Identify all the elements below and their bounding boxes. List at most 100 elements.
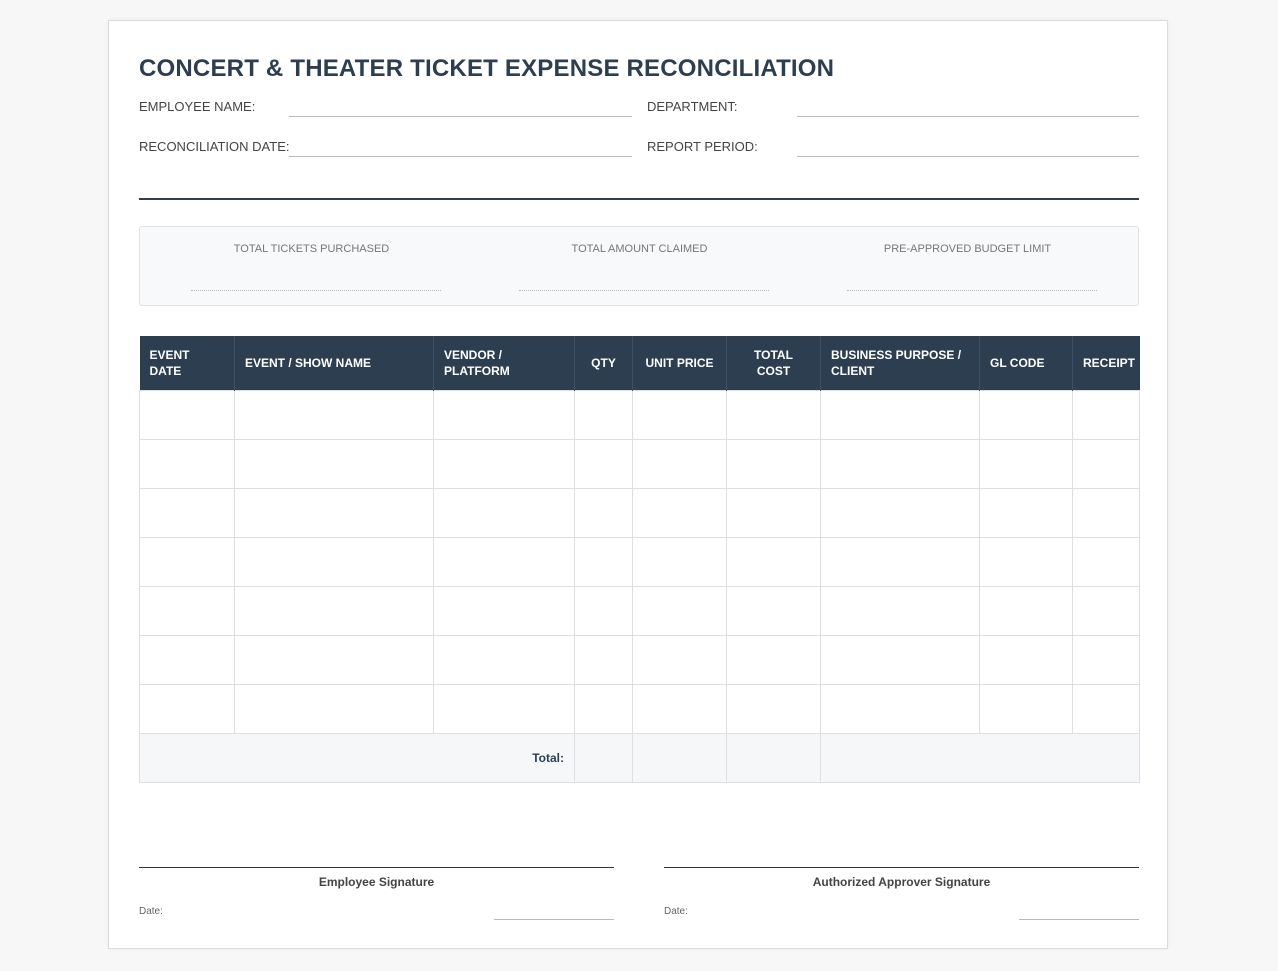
approver-signature-line[interactable] (664, 867, 1139, 868)
table-cell[interactable] (726, 438, 821, 489)
table-cell[interactable] (632, 634, 727, 685)
reconciliation-date-field[interactable] (289, 156, 632, 157)
table-cell[interactable] (234, 389, 434, 440)
table-cell[interactable] (820, 438, 980, 489)
approver-signature-block: Authorized Approver Signature Date: (664, 867, 1139, 927)
table-cell[interactable] (820, 634, 980, 685)
table-cell[interactable] (139, 487, 235, 538)
employee-date-label: Date: (139, 906, 163, 917)
summary-total-amount: TOTAL AMOUNT CLAIMED (473, 227, 806, 305)
table-cell[interactable] (1072, 389, 1140, 440)
report-period-label: REPORT PERIOD: (647, 139, 758, 154)
total-qty-cell[interactable] (574, 732, 633, 783)
table-cell[interactable] (726, 683, 821, 734)
table-cell[interactable] (820, 585, 980, 636)
table-cell[interactable] (820, 683, 980, 734)
reconciliation-date-label: RECONCILIATION DATE: (139, 139, 290, 154)
table-cell[interactable] (726, 389, 821, 440)
table-cell[interactable] (139, 683, 235, 734)
department-label: DEPARTMENT: (647, 99, 738, 114)
table-cell[interactable] (632, 438, 727, 489)
table-cell[interactable] (632, 536, 727, 587)
table-cell[interactable] (979, 438, 1073, 489)
department-field[interactable] (797, 116, 1139, 117)
table-cell[interactable] (433, 634, 575, 685)
report-period-field[interactable] (797, 156, 1139, 157)
table-cell[interactable] (574, 389, 633, 440)
table-cell[interactable] (979, 389, 1073, 440)
table-cell[interactable] (139, 585, 235, 636)
employee-signature-line[interactable] (139, 867, 614, 868)
table-cell[interactable] (433, 683, 575, 734)
table-cell[interactable] (726, 487, 821, 538)
table-cell[interactable] (139, 634, 235, 685)
employee-name-field[interactable] (289, 116, 632, 117)
table-cell[interactable] (820, 536, 980, 587)
table-cell[interactable] (1072, 438, 1140, 489)
table-cell[interactable] (433, 536, 575, 587)
table-cell[interactable] (979, 683, 1073, 734)
col-header-business-purpose: BUSINESS PURPOSE / CLIENT (820, 336, 980, 390)
summary-total-tickets: TOTAL TICKETS PURCHASED (145, 227, 478, 305)
table-cell[interactable] (574, 585, 633, 636)
table-cell[interactable] (1072, 683, 1140, 734)
table-row (139, 389, 1140, 440)
table-row (139, 438, 1140, 489)
table-cell[interactable] (234, 487, 434, 538)
table-cell[interactable] (979, 634, 1073, 685)
table-cell[interactable] (234, 438, 434, 489)
table-cell[interactable] (726, 585, 821, 636)
table-cell[interactable] (433, 585, 575, 636)
table-cell[interactable] (1072, 536, 1140, 587)
table-cell[interactable] (726, 634, 821, 685)
table-cell[interactable] (139, 536, 235, 587)
table-cell[interactable] (433, 389, 575, 440)
table-cell[interactable] (234, 585, 434, 636)
table-cell[interactable] (433, 487, 575, 538)
table-cell[interactable] (574, 683, 633, 734)
table-cell[interactable] (1072, 634, 1140, 685)
table-cell[interactable] (632, 585, 727, 636)
total-remaining-cell (820, 732, 1140, 783)
table-cell[interactable] (979, 585, 1073, 636)
total-tickets-label: TOTAL TICKETS PURCHASED (233, 243, 390, 255)
table-cell[interactable] (574, 487, 633, 538)
table-cell[interactable] (234, 683, 434, 734)
employee-signature-block: Employee Signature Date: (139, 867, 614, 927)
table-row (139, 487, 1140, 538)
table-cell[interactable] (574, 536, 633, 587)
table-header-row: EVENT DATE EVENT / SHOW NAME VENDOR / PL… (139, 336, 1140, 390)
table-cell[interactable] (139, 389, 235, 440)
budget-limit-label: PRE-APPROVED BUDGET LIMIT (883, 243, 1052, 255)
col-header-qty: QTY (574, 336, 633, 390)
table-cell[interactable] (632, 487, 727, 538)
table-cell[interactable] (726, 536, 821, 587)
total-unit-price-cell[interactable] (632, 732, 727, 783)
employee-date-field[interactable] (494, 919, 614, 920)
table-row (139, 536, 1140, 587)
table-cell[interactable] (574, 634, 633, 685)
table-cell[interactable] (139, 438, 235, 489)
total-amount-field[interactable] (519, 290, 769, 291)
total-cost-cell[interactable] (726, 732, 821, 783)
budget-limit-field[interactable] (847, 290, 1097, 291)
summary-budget-limit: PRE-APPROVED BUDGET LIMIT (801, 227, 1134, 305)
table-cell[interactable] (979, 536, 1073, 587)
employee-signature-label: Employee Signature (318, 875, 435, 889)
table-cell[interactable] (433, 438, 575, 489)
approver-date-field[interactable] (1019, 919, 1139, 920)
table-cell[interactable] (820, 487, 980, 538)
table-cell[interactable] (234, 634, 434, 685)
table-cell[interactable] (574, 438, 633, 489)
col-header-receipt: RECEIPT (1072, 336, 1140, 390)
table-cell[interactable] (820, 389, 980, 440)
table-cell[interactable] (979, 487, 1073, 538)
total-tickets-field[interactable] (191, 290, 441, 291)
table-cell[interactable] (632, 389, 727, 440)
table-cell[interactable] (1072, 487, 1140, 538)
table-cell[interactable] (234, 536, 434, 587)
col-header-event-date: EVENT DATE (139, 336, 235, 390)
col-header-event-name: EVENT / SHOW NAME (234, 336, 434, 390)
table-cell[interactable] (1072, 585, 1140, 636)
table-cell[interactable] (632, 683, 727, 734)
